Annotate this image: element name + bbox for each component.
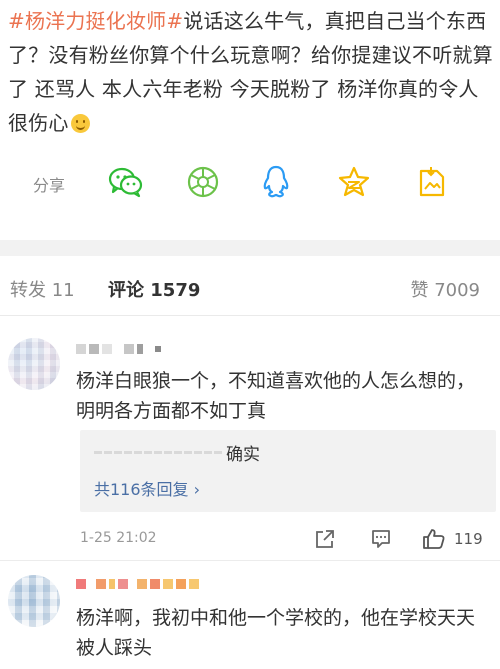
save-image-button[interactable] bbox=[414, 164, 450, 200]
avatar[interactable] bbox=[8, 575, 60, 627]
share-qq-button[interactable] bbox=[258, 164, 294, 200]
reply-author-redacted bbox=[94, 451, 222, 454]
like-count: 119 bbox=[454, 530, 483, 548]
reply-text: 确实 bbox=[226, 445, 260, 465]
forward-comment-button[interactable] bbox=[314, 524, 336, 554]
comment-meta-row: 1-25 21:02 119 bbox=[0, 522, 500, 556]
tab-forward[interactable]: 转发 11 bbox=[10, 276, 75, 302]
qzone-icon bbox=[338, 166, 370, 197]
moments-icon bbox=[187, 166, 219, 198]
tab-likes[interactable]: 赞 7009 bbox=[410, 276, 480, 302]
share-row: 分享 bbox=[0, 160, 500, 204]
share-label: 分享 bbox=[33, 176, 66, 195]
avatar[interactable] bbox=[8, 338, 60, 390]
section-gap bbox=[0, 240, 500, 256]
comment-text: 杨洋啊，我初中和他一个学校的，他在学校天天被人踩头 bbox=[76, 607, 476, 659]
share-moments-button[interactable] bbox=[185, 164, 221, 200]
thumbs-up-icon bbox=[423, 529, 445, 549]
qq-icon bbox=[263, 165, 289, 198]
save-image-icon bbox=[419, 167, 445, 197]
tab-comments[interactable]: 评论 1579 bbox=[108, 276, 200, 302]
post-text: #杨洋力挺化妆师#说话这么牛气，真把自己当个东西了？没有粉丝你算个什么玩意啊？给… bbox=[8, 4, 496, 140]
comment-timestamp: 1-25 21:02 bbox=[80, 530, 157, 546]
reply-comment-button[interactable] bbox=[370, 524, 392, 554]
reply-line: 确实 bbox=[94, 440, 260, 465]
post-hashtag[interactable]: #杨洋力挺化妆师# bbox=[8, 9, 183, 33]
wechat-icon bbox=[108, 167, 143, 198]
share-qzone-button[interactable] bbox=[336, 164, 372, 200]
comment-text: 杨洋白眼狼一个，不知道喜欢他的人怎么想的，明明各方面都不如丁真 bbox=[76, 370, 476, 422]
username-redacted[interactable] bbox=[76, 342, 161, 356]
reply-preview[interactable]: 确实 共116条回复 › bbox=[80, 430, 496, 512]
like-comment-button[interactable]: 119 bbox=[422, 524, 483, 554]
interaction-tabs: 转发 11 评论 1579 赞 7009 bbox=[0, 256, 500, 316]
post-card: #杨洋力挺化妆师#说话这么牛气，真把自己当个东西了？没有粉丝你算个什么玩意啊？给… bbox=[0, 0, 500, 240]
share-arrow-icon bbox=[316, 530, 334, 548]
smile-emoji-icon bbox=[70, 114, 90, 133]
username-redacted[interactable] bbox=[76, 577, 199, 591]
view-all-replies-link[interactable]: 共116条回复 › bbox=[94, 476, 200, 500]
comment-item: 杨洋啊，我初中和他一个学校的，他在学校天天被人踩头 bbox=[0, 561, 500, 669]
share-wechat-button[interactable] bbox=[108, 164, 144, 200]
comment-bubble-icon bbox=[372, 530, 390, 548]
